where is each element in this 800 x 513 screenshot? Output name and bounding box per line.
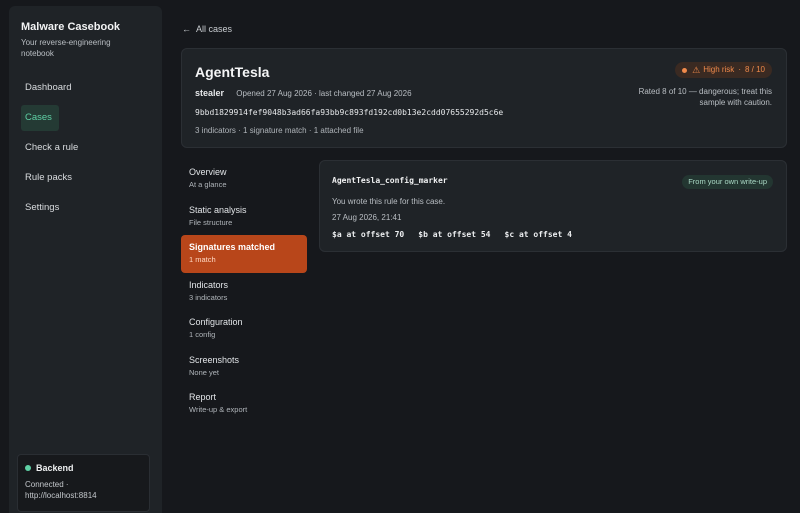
risk-note: Rated 8 of 10 — dangerous; treat this sa… [638,87,772,107]
case-summary: 3 indicators · 1 signature match · 1 att… [195,126,364,135]
sidebar-item-dashboard[interactable]: Dashboard [21,75,141,101]
tab-label: Overview [189,167,227,177]
case-title: AgentTesla [195,64,270,80]
tab-sublabel: File structure [189,217,233,227]
rule-source-badge: From your own write-up [682,175,773,189]
offset-item: $c at offset 4 [504,230,572,239]
tab-label: Static analysis [189,204,247,215]
tab-sublabel: 1 config [189,330,216,339]
tab-configuration[interactable]: Configuration 1 config [181,310,307,348]
backend-header: Backend [25,463,142,473]
risk-score: 8 / 10 [744,65,765,74]
risk-label: High risk [703,65,735,74]
backend-status-text: Connected · http://localhost:8814 [25,480,97,500]
match-offsets: $a at offset 70 $b at offset 54 $c at of… [332,230,586,239]
sidebar-item-rule-packs[interactable]: Rule packs [21,165,141,191]
risk-separator: · [738,65,741,74]
case-section-tabs: Overview At a glance Static analysis Fil… [181,160,307,423]
status-dot-icon [25,465,31,471]
back-link-label: All cases [196,24,233,34]
case-meta: stealer Opened 27 Aug 2026 · last change… [195,88,412,98]
rule-timestamp: 27 Aug 2026, 21:41 [332,213,402,222]
offset-item: $b at offset 54 [418,230,491,239]
tab-signatures-matched[interactable]: Signatures matched 1 match [181,235,307,273]
tab-sublabel: 1 match [189,255,216,264]
sidebar: Malware Casebook Your reverse-engineerin… [9,6,162,513]
tab-label: Configuration [189,317,243,327]
signature-match-card: AgentTesla_config_marker From your own w… [319,160,787,252]
tab-label: Signatures matched [189,242,276,252]
tab-sublabel: 3 indicators [189,292,228,302]
tab-report[interactable]: Report Write-up & export [181,385,307,423]
back-to-all-cases-link[interactable]: ← All cases [182,24,232,34]
sidebar-item-cases[interactable]: Cases [21,105,59,131]
arrow-left-icon: ← [182,24,191,34]
tab-sublabel: At a glance [189,180,227,189]
tab-label: Indicators [189,279,229,290]
case-header-card: AgentTesla stealer Opened 27 Aug 2026 · … [181,48,787,148]
tab-sublabel: None yet [189,367,220,377]
tab-label: Screenshots [189,354,240,365]
backend-status-panel: Backend Connected · http://localhost:881… [17,454,150,512]
sidebar-nav: Dashboard Cases Check a rule Rule packs … [21,75,150,221]
app-title: Malware Casebook [21,21,121,33]
backend-label: Backend [36,463,74,473]
rule-note: You wrote this rule for this case. [332,197,446,206]
case-dates: Opened 27 Aug 2026 · last changed 27 Aug… [236,89,412,98]
rule-name: AgentTesla_config_marker [332,176,448,185]
tab-overview[interactable]: Overview At a glance [181,160,307,198]
offset-item: $a at offset 70 [332,230,405,239]
sidebar-item-settings[interactable]: Settings [21,195,141,221]
tab-sublabel: Write-up & export [189,405,248,414]
tab-indicators[interactable]: Indicators 3 indicators [181,273,307,311]
warning-icon: ⚠ [692,65,701,75]
sidebar-item-check-a-rule[interactable]: Check a rule [21,135,141,161]
tab-static-analysis[interactable]: Static analysis File structure [181,198,307,236]
tab-screenshots[interactable]: Screenshots None yet [181,348,307,386]
app-subtitle: Your reverse-engineering notebook [21,38,111,58]
risk-badge: ⚠ High risk · 8 / 10 [675,62,772,78]
risk-dot-icon [682,67,688,73]
sample-hash: 9bbd1829914fef9048b3ad66fa93bb9c893fd192… [195,108,504,117]
malware-type-label: stealer [195,88,225,98]
tab-label: Report [189,392,217,402]
